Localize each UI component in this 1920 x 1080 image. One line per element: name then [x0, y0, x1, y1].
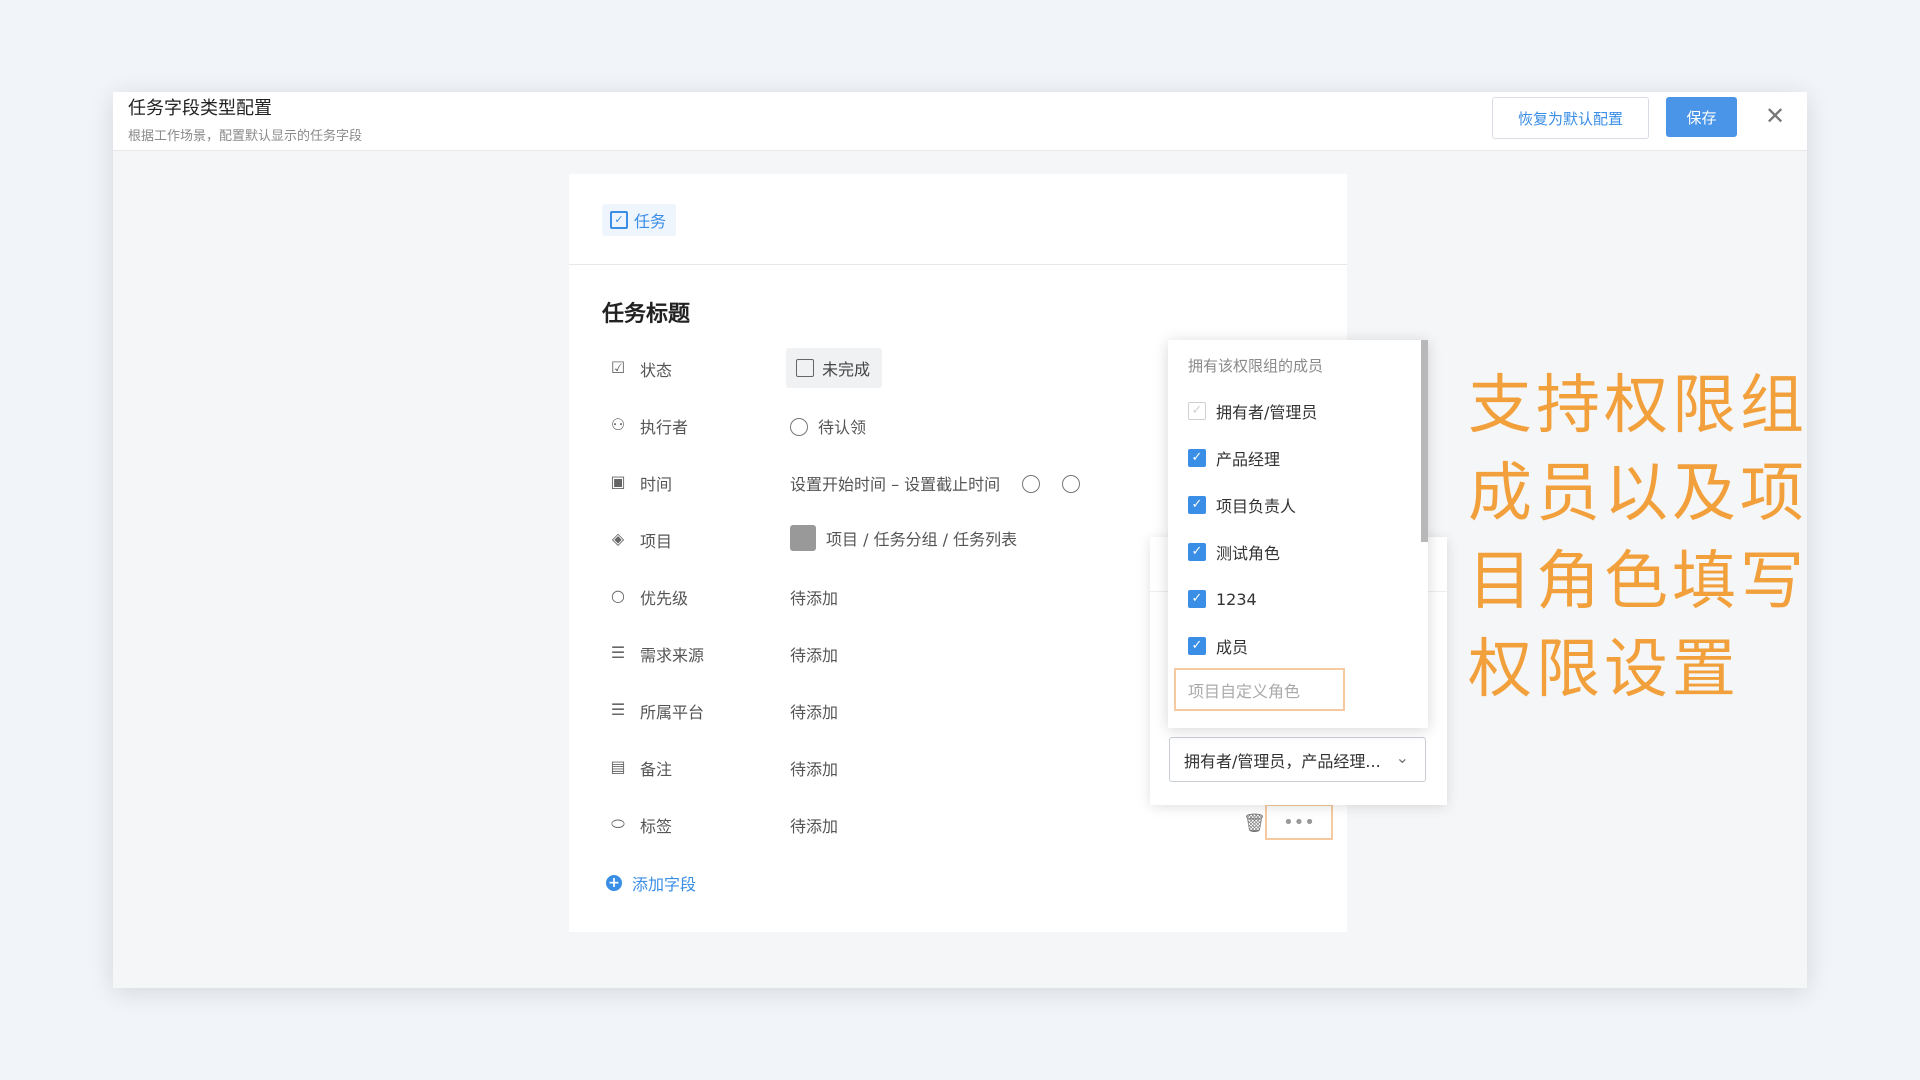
page-title: 任务字段类型配置	[128, 98, 272, 119]
custom-role-input[interactable]: 项目自定义角色	[1174, 668, 1345, 711]
scrollbar[interactable]	[1421, 340, 1428, 542]
time-text: 设置开始时间 – 设置截止时间	[790, 475, 1001, 494]
dropdown-header: 拥有该权限组的成员	[1188, 357, 1324, 375]
project-value[interactable]: 项目 / 任务分组 / 任务列表	[790, 525, 1017, 551]
more-options-button[interactable]: •••	[1265, 804, 1333, 840]
checkbox-checked-icon: ✓	[1188, 637, 1206, 655]
calendar-icon: ▣	[610, 472, 626, 491]
layers-icon: ◈	[611, 529, 625, 548]
status-chip[interactable]: 未完成	[786, 348, 882, 388]
restore-default-button[interactable]: 恢复为默认配置	[1492, 97, 1649, 139]
task-checkbox-icon: ✓	[610, 211, 628, 229]
permission-select[interactable]: 拥有者/管理员，产品经理... ⌄	[1169, 737, 1426, 782]
user-icon: ⚇	[610, 415, 626, 434]
option-label: 1234	[1216, 589, 1257, 609]
feature-annotation: 支持权限组 成员以及项 目角色填写 权限设置	[1468, 362, 1888, 714]
list-icon: ☰	[610, 700, 626, 719]
field-name: 备注	[640, 760, 673, 779]
status-value: 未完成	[822, 360, 871, 379]
option-label: 测试角色	[1216, 544, 1281, 563]
assignee-value[interactable]: 待认领	[790, 414, 866, 438]
option-project-lead[interactable]: ✓ 项目负责人	[1188, 493, 1296, 517]
trash-icon[interactable]: 🗑	[1243, 813, 1266, 834]
circle-icon: ○	[611, 586, 625, 605]
plus-icon: +	[606, 875, 622, 891]
time-value[interactable]: 设置开始时间 – 设置截止时间	[790, 471, 1081, 495]
field-name: 执行者	[640, 418, 689, 437]
save-button[interactable]: 保存	[1666, 97, 1737, 137]
checkbox-checked-icon: ✓	[1188, 590, 1206, 608]
task-type-tag[interactable]: ✓ 任务	[602, 204, 677, 236]
page-subtitle: 根据工作场景，配置默认显示的任务字段	[128, 129, 363, 144]
field-name: 状态	[640, 361, 673, 380]
alarm-icon[interactable]	[1062, 475, 1081, 493]
option-label: 项目负责人	[1216, 497, 1297, 516]
annotation-line: 成员以及项	[1468, 457, 1808, 531]
task-tag-label: 任务	[634, 212, 667, 231]
platform-value[interactable]: 待添加	[790, 699, 838, 723]
close-icon[interactable]: ✕	[1763, 104, 1787, 128]
checkbox-disabled-icon: ✓	[1188, 402, 1206, 420]
option-product-manager[interactable]: ✓ 产品经理	[1188, 446, 1280, 470]
note-value[interactable]: 待添加	[790, 756, 838, 780]
requirement-source-value[interactable]: 待添加	[790, 642, 838, 666]
field-name: 时间	[640, 475, 673, 494]
repeat-icon[interactable]	[1022, 475, 1041, 493]
add-field-label: 添加字段	[632, 875, 697, 894]
project-text: 项目 / 任务分组 / 任务列表	[826, 530, 1018, 549]
annotation-line: 目角色填写	[1468, 545, 1808, 619]
option-test-role[interactable]: ✓ 测试角色	[1188, 540, 1280, 564]
field-name: 项目	[640, 532, 673, 551]
field-name: 标签	[640, 817, 673, 836]
checkbox-checked-icon: ✓	[1188, 449, 1206, 467]
option-label: 成员	[1216, 638, 1249, 657]
tag-icon: ⬭	[611, 814, 625, 833]
option-label: 拥有者/管理员	[1216, 403, 1318, 422]
add-field-button[interactable]: + 添加字段	[606, 871, 696, 895]
checkbox-icon: ☑	[610, 358, 626, 377]
task-title: 任务标题	[602, 302, 691, 327]
top-bar: 任务字段类型配置 根据工作场景，配置默认显示的任务字段 恢复为默认配置 保存 ✕	[113, 92, 1807, 151]
custom-role-placeholder: 项目自定义角色	[1188, 681, 1301, 701]
permission-dropdown: 拥有该权限组的成员 ✓ 拥有者/管理员 ✓ 产品经理 ✓ 项目负责人 ✓ 测试角…	[1168, 340, 1428, 728]
annotation-line: 权限设置	[1468, 633, 1740, 707]
list-icon: ☰	[610, 643, 626, 662]
user-circle-icon	[790, 418, 808, 436]
priority-value[interactable]: 待添加	[790, 585, 838, 609]
note-icon: ▤	[610, 757, 626, 776]
checkbox-checked-icon: ✓	[1188, 543, 1206, 561]
option-owner-admin[interactable]: ✓ 拥有者/管理员	[1188, 399, 1317, 423]
tag-value[interactable]: 待添加	[790, 813, 838, 837]
card-header: ✓ 任务	[569, 174, 1347, 265]
assignee-text: 待认领	[818, 418, 867, 437]
checkbox-checked-icon: ✓	[1188, 496, 1206, 514]
option-1234[interactable]: ✓ 1234	[1188, 587, 1257, 611]
field-name: 优先级	[640, 589, 689, 608]
field-name: 所属平台	[640, 703, 705, 722]
project-tray-icon	[790, 525, 816, 551]
chevron-down-icon: ⌄	[1395, 748, 1409, 767]
option-label: 产品经理	[1216, 450, 1281, 469]
option-member[interactable]: ✓ 成员	[1188, 634, 1248, 658]
annotation-line: 支持权限组	[1468, 369, 1808, 443]
unchecked-box-icon	[796, 359, 814, 377]
field-name: 需求来源	[640, 646, 705, 665]
field-row-tag[interactable]: ⬭ 标签 待添加	[602, 804, 1322, 844]
select-value: 拥有者/管理员，产品经理...	[1184, 751, 1381, 771]
